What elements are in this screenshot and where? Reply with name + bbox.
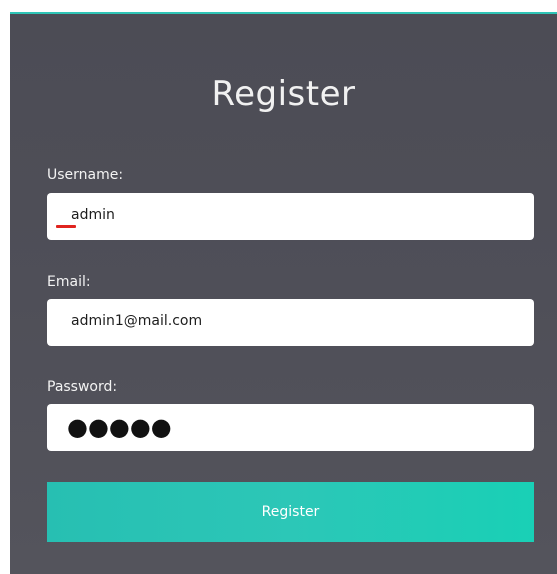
username-value: admin	[71, 207, 115, 223]
email-label: Email:	[47, 274, 91, 290]
register-panel: Register Username: admin Email: admin1@m…	[10, 12, 557, 574]
email-field[interactable]: admin1@mail.com	[47, 299, 534, 346]
password-field[interactable]: ●●●●●	[47, 404, 534, 451]
register-button[interactable]: Register	[47, 482, 534, 542]
text-cursor-mark	[56, 225, 76, 228]
username-label: Username:	[47, 167, 124, 183]
password-masked-value: ●●●●●	[67, 413, 172, 441]
password-label: Password:	[47, 379, 118, 395]
form-title: Register	[211, 74, 356, 114]
email-value: admin1@mail.com	[71, 313, 203, 329]
username-field[interactable]: admin	[47, 193, 534, 240]
